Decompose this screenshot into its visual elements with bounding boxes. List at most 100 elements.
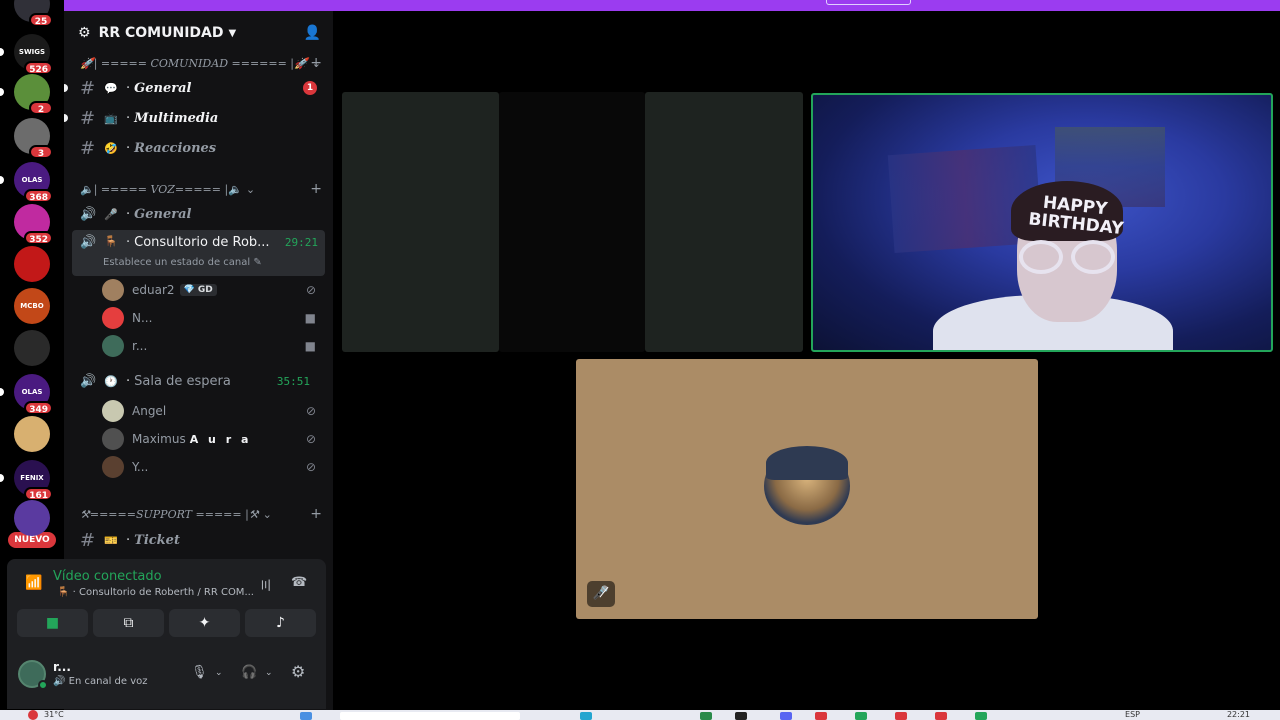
speaker-active-icon: 🔊 [80, 235, 97, 250]
channel-emoji-icon: 🪑 [104, 235, 118, 248]
language-indicator[interactable]: ESP [1125, 710, 1140, 719]
activities-button[interactable]: ✦ [169, 609, 240, 637]
online-status-dot [38, 680, 48, 690]
taskbar-app-icon[interactable] [935, 712, 947, 720]
video-tile[interactable] [342, 92, 499, 352]
hash-icon: # [80, 529, 96, 551]
pencil-icon: ✎ [253, 257, 262, 268]
server-icon[interactable]: 352 [14, 204, 53, 245]
chair-icon: 🪑 [57, 587, 70, 598]
voice-channel-sala-espera[interactable]: 🔊 🕐 · Sala de espera 35:51 [72, 367, 325, 395]
disconnect-icon[interactable]: ☎ [291, 575, 307, 590]
user-name[interactable]: r... [53, 660, 71, 674]
taskbar-app-icon[interactable] [815, 712, 827, 720]
soundboard-button[interactable]: ♪ [245, 609, 316, 637]
server-icon[interactable] [14, 246, 50, 282]
window-tab[interactable] [826, 0, 911, 5]
user-avatar [102, 456, 124, 478]
voice-status-title[interactable]: Vídeo conectado [53, 569, 162, 584]
glasses-icon [1019, 240, 1063, 274]
voice-channel-general[interactable]: 🔊 🎤 · General [72, 200, 325, 228]
video-tile-avatar[interactable]: 🎤̸ [576, 359, 1038, 619]
create-channel-icon[interactable]: + [310, 181, 322, 197]
user-avatar [102, 279, 124, 301]
hash-icon: # [80, 77, 96, 99]
video-tile-speaking[interactable]: HAPPY BIRTHDAY [811, 93, 1273, 352]
server-header[interactable]: ⚙ RR COMUNIDAD ▼ 👤 [64, 11, 333, 55]
server-icon[interactable]: OLAS 349 [14, 374, 53, 415]
server-icon[interactable]: SWIGS 526 [14, 34, 53, 75]
signal-icon[interactable]: 📶 [25, 575, 42, 591]
voice-user[interactable]: eduar2 💎 GD ⊘ [102, 277, 322, 303]
taskbar-app-icon[interactable] [895, 712, 907, 720]
speaker-icon: 🔈 [228, 182, 242, 196]
video-camera-icon: ■ [304, 339, 316, 353]
channel-name: General [134, 80, 192, 96]
channel-status-prompt[interactable]: Establece un estado de canal ✎ [103, 257, 262, 268]
weather-icon [28, 710, 38, 720]
channel-ticket[interactable]: # 🎫 · Ticket [72, 526, 325, 554]
channel-reacciones[interactable]: # 🤣 · Reacciones [72, 134, 325, 162]
server-icon[interactable]: FENIX 161 [14, 460, 53, 501]
server-icon[interactable]: 25 [14, 0, 53, 27]
mention-count-badge: 161 [24, 487, 53, 501]
clock[interactable]: 22:21 [1227, 710, 1250, 719]
server-icon[interactable] [14, 330, 50, 366]
chevron-down-icon[interactable]: ⌄ [215, 668, 223, 678]
taskbar-app-icon[interactable] [780, 712, 792, 720]
voice-user[interactable]: Y... ⊘ [102, 454, 322, 480]
user-avatar [102, 400, 124, 422]
category-support[interactable]: ⚒ =====SUPPORT ===== | ⚒ ⌄ + [80, 505, 322, 523]
taskbar-search[interactable] [340, 712, 520, 720]
taskbar-app-icon[interactable] [855, 712, 867, 720]
server-icon[interactable]: 3 [14, 118, 53, 159]
voice-user[interactable]: r... ■ [102, 333, 322, 359]
server-icon[interactable]: 2 [14, 74, 53, 115]
taskbar-app-icon[interactable] [580, 712, 592, 720]
taskbar-app-icon[interactable] [300, 712, 312, 720]
user-name: Angel [132, 404, 167, 418]
server-icon[interactable] [14, 416, 50, 452]
camera-button[interactable]: ■ [17, 609, 88, 637]
chevron-down-icon[interactable]: ⌄ [265, 668, 273, 678]
ticket-icon: 🎫 [104, 533, 118, 547]
channel-general-text[interactable]: # 💬 · General 1 [64, 74, 325, 102]
chevron-down-icon: ▼ [228, 27, 237, 39]
speaker-icon: 🔊 [53, 676, 66, 687]
mention-count-badge: 2 [29, 101, 53, 115]
voice-user[interactable]: Angel ⊘ [102, 398, 322, 424]
microphone-icon[interactable]: 🎙 [191, 665, 208, 680]
unread-pill [0, 48, 4, 56]
chevron-down-icon: ⌄ [245, 182, 256, 196]
taskbar-app-icon[interactable] [735, 712, 747, 720]
server-icon[interactable] [14, 500, 50, 536]
tools-icon: ⚒ [80, 507, 90, 521]
create-channel-icon[interactable]: + [310, 55, 322, 71]
channel-name: Consultorio de Rob... [134, 235, 270, 250]
server-icon[interactable]: OLAS 368 [14, 162, 53, 203]
voice-channel-consultorio[interactable]: 🔊 🪑 · Consultorio de Rob... 29:21 Establ… [72, 230, 325, 276]
muted-mic-icon: ⊘ [305, 432, 316, 446]
voice-user[interactable]: Maximus A u r a ⊘ [102, 426, 322, 452]
video-stage: HAPPY BIRTHDAY 🎤̸ [333, 11, 1280, 710]
server-icon[interactable]: MCBO [14, 288, 50, 324]
unread-indicator [64, 114, 68, 122]
gear-icon[interactable]: ⚙ [291, 662, 305, 681]
invite-people-icon[interactable]: 👤 [304, 25, 321, 41]
channel-multimedia[interactable]: # 📺 · Multimedia [64, 104, 325, 132]
video-tile[interactable] [645, 92, 803, 352]
server-settings-icon: ⚙ [78, 25, 91, 41]
voice-user[interactable]: N... ■ [102, 305, 322, 331]
category-voz[interactable]: 🔈 | ===== VOZ===== | 🔈 ⌄ + [80, 180, 322, 198]
create-channel-icon[interactable]: + [310, 506, 322, 522]
noise-suppression-icon[interactable]: 〣 [259, 575, 272, 594]
taskbar-app-icon[interactable] [700, 712, 712, 720]
user-avatar [102, 307, 124, 329]
user-name: N... [132, 311, 153, 325]
video-tile[interactable] [499, 92, 645, 352]
screen-share-button[interactable]: ⧉ [93, 609, 164, 637]
headphones-icon[interactable]: 🎧 [241, 665, 257, 680]
taskbar-app-icon[interactable] [975, 712, 987, 720]
voice-channel-path[interactable]: 🪑 · Consultorio de Roberth / RR COM... [57, 587, 254, 598]
category-comunidad[interactable]: 🚀 | ===== COMUNIDAD ====== | 🚀 ⌄ + [80, 54, 322, 72]
